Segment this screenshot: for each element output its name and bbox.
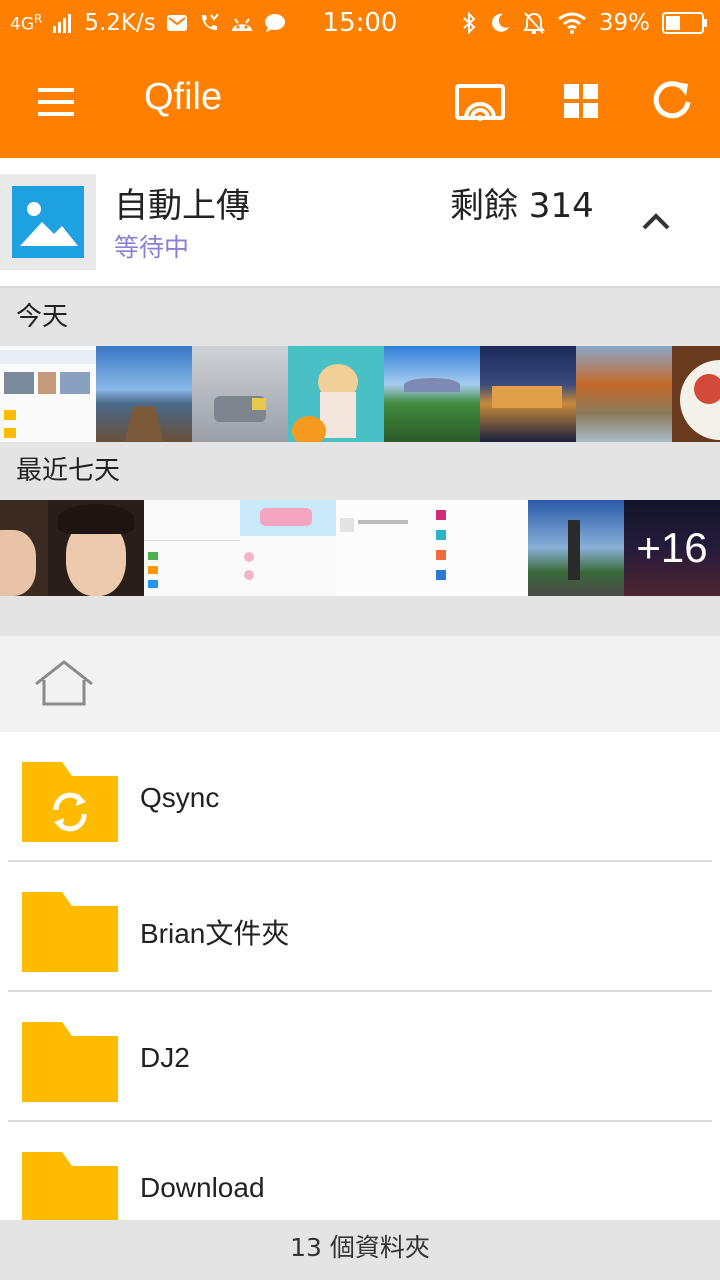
path-bar xyxy=(0,636,720,732)
roaming-indicator: R xyxy=(34,11,43,26)
upload-remaining: 剩餘 314 xyxy=(450,186,594,226)
network-type: 4G xyxy=(10,14,34,35)
section-today: 今天 xyxy=(0,288,720,346)
photo-thumbnail[interactable] xyxy=(240,500,336,596)
week-photo-strip: +16 xyxy=(0,500,720,596)
photo-thumbnail[interactable] xyxy=(288,346,384,442)
alarm-off-icon xyxy=(523,12,545,34)
photo-thumbnail[interactable] xyxy=(432,500,528,596)
grid-view-icon[interactable] xyxy=(556,76,612,128)
section-divider xyxy=(0,596,720,637)
photo-thumbnail[interactable] xyxy=(336,500,432,596)
folder-icon xyxy=(22,1022,118,1102)
photo-thumbnail[interactable] xyxy=(528,500,624,596)
app-toolbar: Qfile xyxy=(0,46,720,158)
signal-icon xyxy=(53,14,72,33)
folder-count-footer: 13 個資料夾 xyxy=(0,1220,720,1280)
auto-upload-panel[interactable]: 自動上傳 等待中 剩餘 314 xyxy=(0,158,720,288)
photo-thumbnail[interactable] xyxy=(0,346,96,442)
wifi-icon xyxy=(557,12,586,34)
photo-thumbnail[interactable] xyxy=(192,346,288,442)
today-photo-strip xyxy=(0,346,720,442)
upload-thumbnail xyxy=(0,174,96,270)
app-title: Qfile xyxy=(144,76,223,118)
image-icon xyxy=(20,202,78,246)
folder-row-dj2[interactable]: DJ2 xyxy=(0,992,720,1122)
missed-call-icon xyxy=(201,13,219,30)
battery-percent: 39% xyxy=(598,10,650,36)
battery-icon xyxy=(662,12,707,34)
photo-thumbnail[interactable] xyxy=(48,500,144,596)
folder-row-qsync[interactable]: Qsync xyxy=(0,732,720,862)
bluetooth-icon xyxy=(463,11,476,35)
folder-row-download[interactable]: Download xyxy=(0,1122,720,1220)
chevron-up-icon[interactable] xyxy=(630,198,682,244)
photo-thumbnail[interactable] xyxy=(144,500,240,596)
menu-icon[interactable] xyxy=(30,80,82,124)
network-indicator: 4GR xyxy=(10,12,42,35)
photo-thumbnail[interactable] xyxy=(576,346,672,442)
photo-thumbnail[interactable] xyxy=(96,346,192,442)
photo-thumbnail[interactable] xyxy=(384,346,480,442)
sync-folder-icon xyxy=(22,762,118,842)
more-photos-tile[interactable]: +16 xyxy=(624,500,720,596)
photo-thumbnail[interactable] xyxy=(480,346,576,442)
moon-icon xyxy=(491,13,509,32)
folder-list: Qsync Brian文件夾 DJ2 Download xyxy=(0,732,720,1220)
upload-title: 自動上傳 xyxy=(114,186,250,226)
network-speed: 5.2K/s xyxy=(84,10,156,36)
folder-name: DJ2 xyxy=(140,1042,190,1073)
home-icon[interactable] xyxy=(28,656,100,712)
cast-icon[interactable] xyxy=(454,76,506,128)
photo-thumbnail[interactable] xyxy=(0,500,48,596)
chat-icon xyxy=(264,14,285,32)
folder-row-brian[interactable]: Brian文件夾 xyxy=(0,862,720,992)
mail-icon xyxy=(166,15,187,31)
folder-name: Qsync xyxy=(140,782,220,813)
section-last-seven-days: 最近七天 xyxy=(0,442,720,500)
upload-status: 等待中 xyxy=(114,233,190,262)
folder-name: Brian文件夾 xyxy=(140,918,290,949)
status-bar: 4GR 5.2K/s 15:00 39% xyxy=(0,0,720,46)
photo-thumbnail[interactable] xyxy=(672,346,720,442)
folder-icon xyxy=(22,892,118,972)
folder-icon xyxy=(22,1152,118,1220)
more-photos-count: +16 xyxy=(636,524,708,571)
folder-name: Download xyxy=(140,1172,265,1203)
android-icon xyxy=(231,18,252,31)
refresh-icon[interactable] xyxy=(646,76,702,128)
